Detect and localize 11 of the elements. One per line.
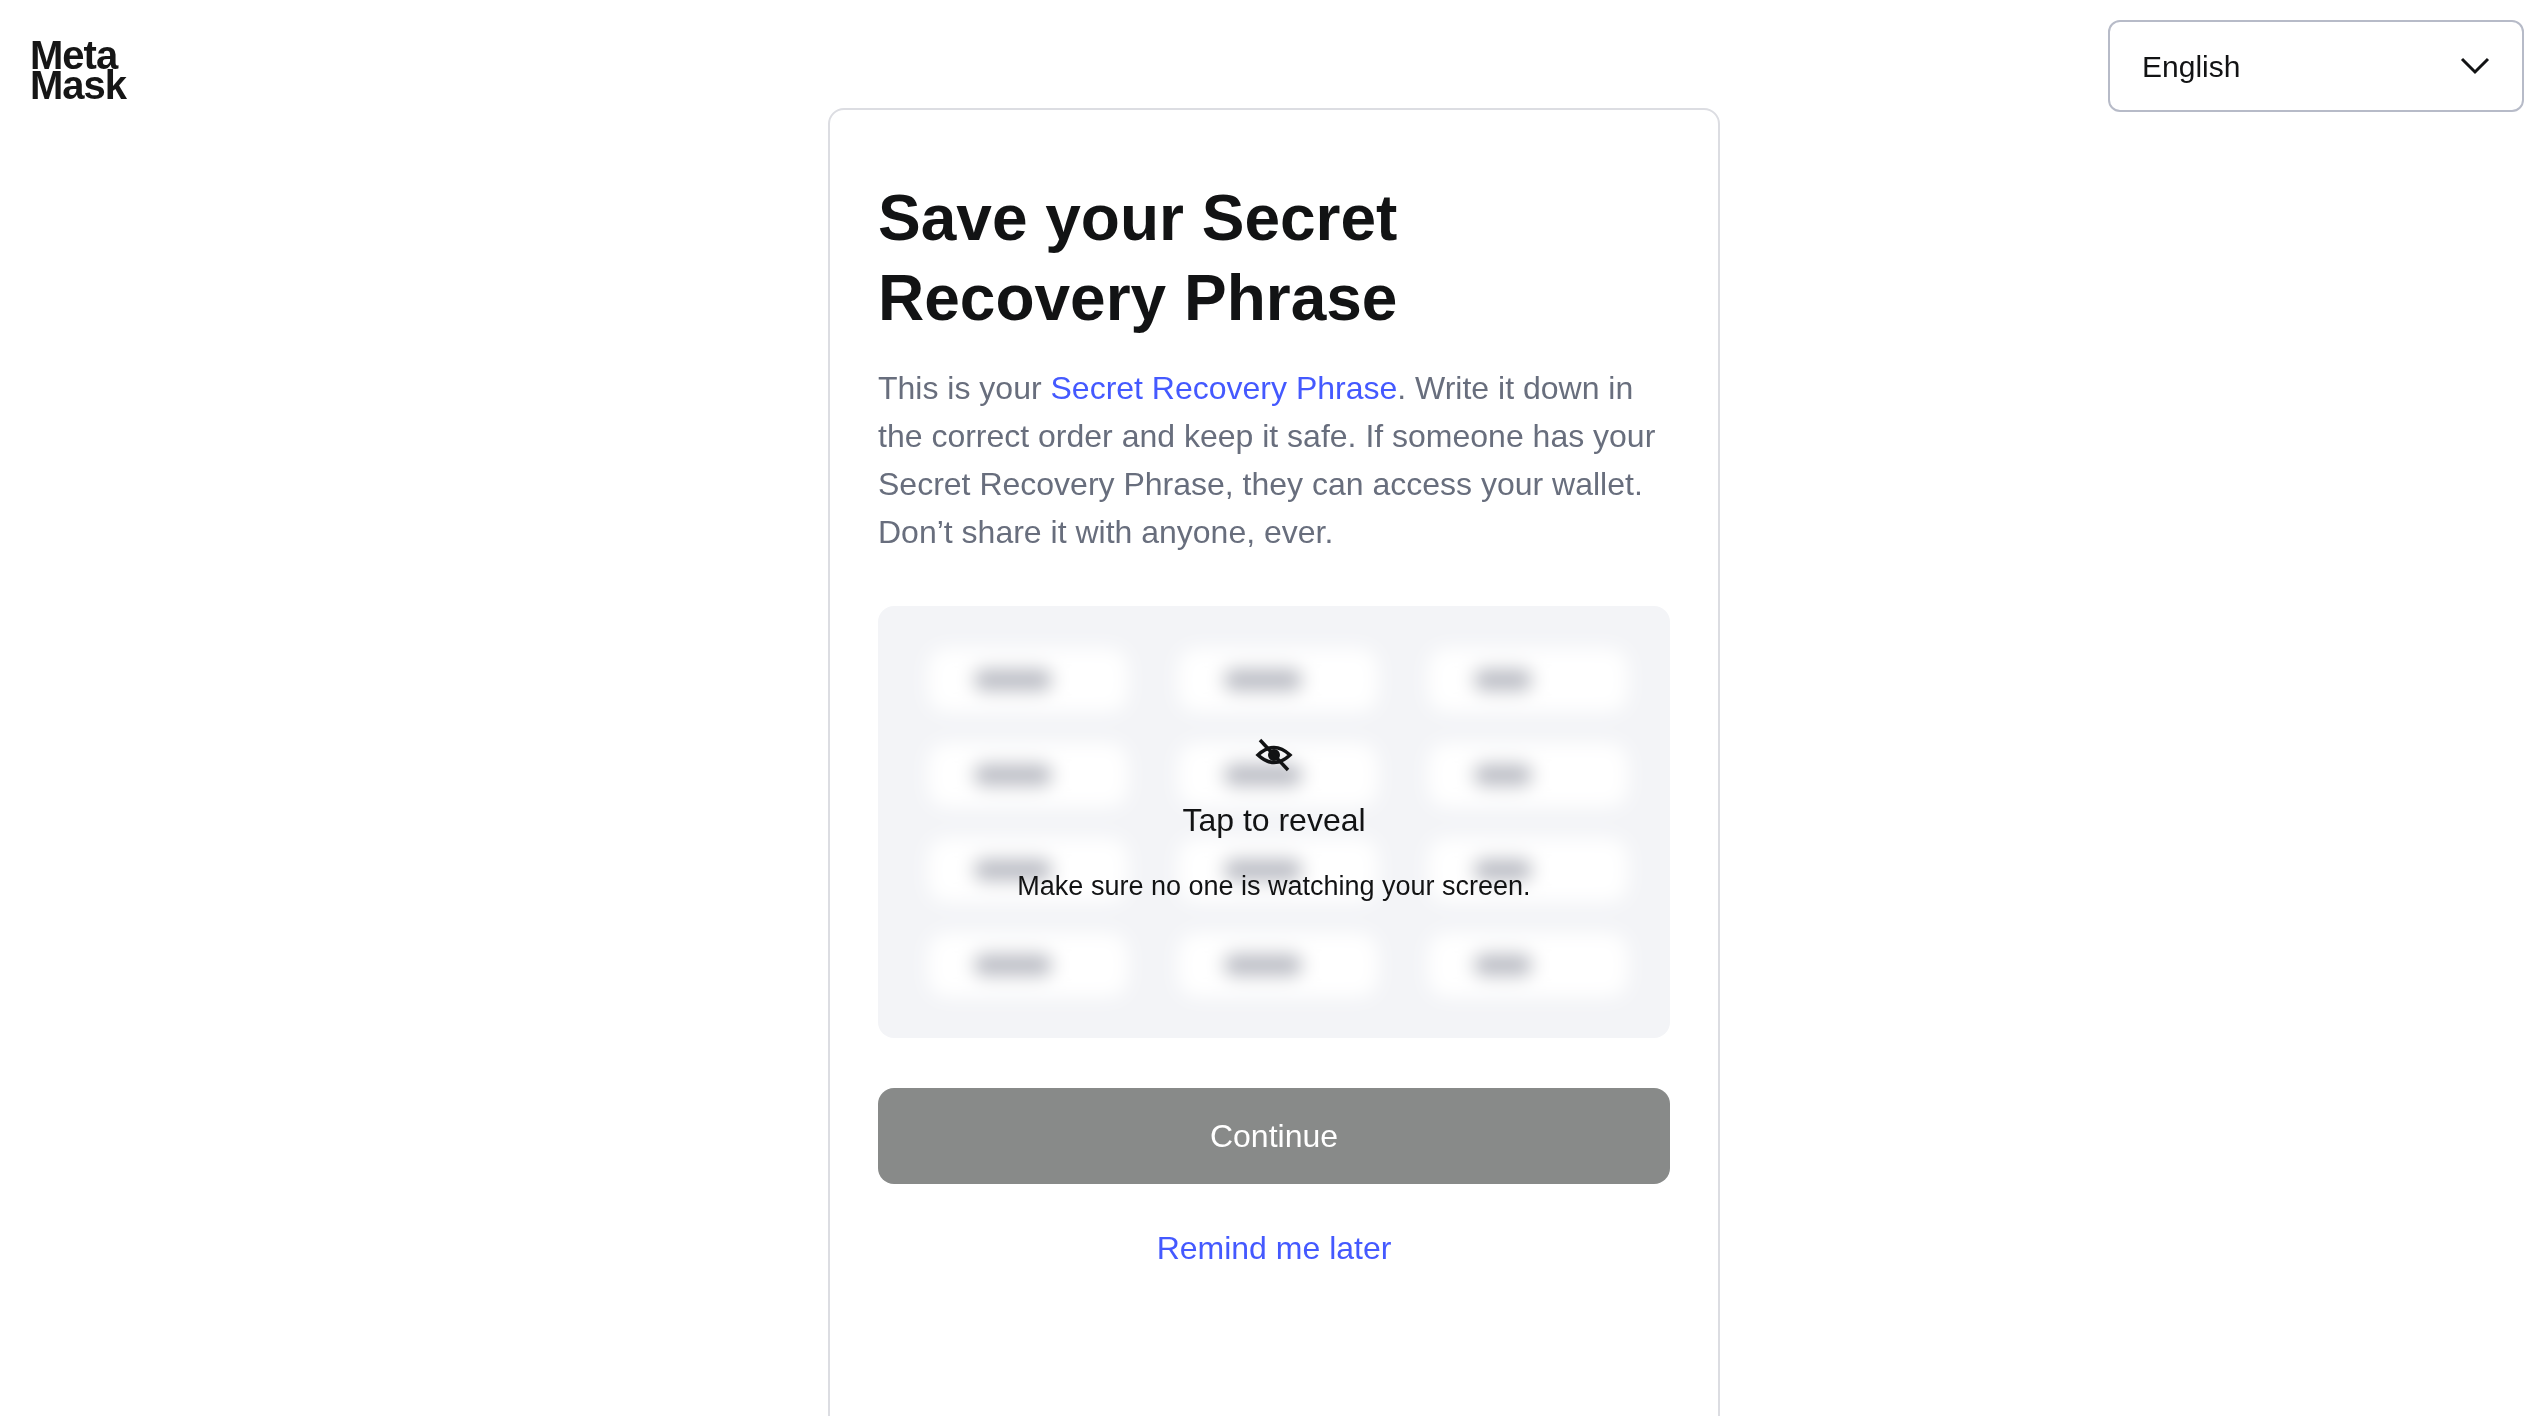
reveal-hint: Make sure no one is watching your screen. [1017, 869, 1531, 903]
description-text: This is your Secret Recovery Phrase. Write it down in the correct order and keep it safe. If someone has your Secret Recovery Phrase, they can access your wallet. Don’t share it with anyone, ever. [878, 369, 1657, 552]
chevron-down-icon [2460, 57, 2490, 75]
logo: Meta Mask [30, 40, 127, 100]
eye-slash-icon [1255, 737, 1293, 772]
language-select[interactable]: English [2108, 20, 2524, 112]
reveal-panel[interactable]: Tap to reveal Make sure no one is watching your screen. [878, 606, 1670, 1038]
remind-me-later-link[interactable]: Remind me later [1156, 1224, 1392, 1272]
card-title: Save your Secret Recovery Phrase [878, 181, 1399, 336]
reveal-title: Tap to reveal [1182, 800, 1366, 840]
secret-recovery-phrase-link[interactable]: Secret Recovery Phrase [1050, 370, 1398, 406]
